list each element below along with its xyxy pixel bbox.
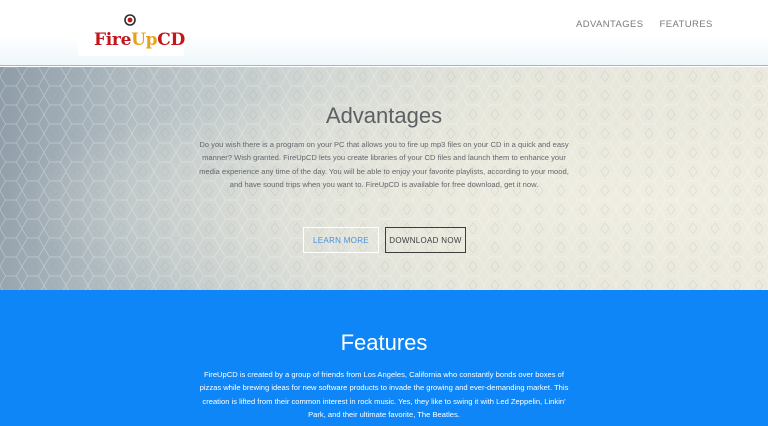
main-nav: ADVANTAGES FEATURES <box>576 19 713 30</box>
features-description: FireUpCD is created by a group of friend… <box>199 370 569 420</box>
logo-word-fire: Fire <box>94 30 132 50</box>
advantages-heading: Advantages <box>325 103 443 128</box>
advantages-description: Do you wish there is a program on your P… <box>199 140 569 190</box>
nav-link-features[interactable]: FEATURES <box>660 19 713 30</box>
download-now-button[interactable]: DOWNLOAD NOW <box>385 227 466 253</box>
advantages-section: Advantages Do you wish there is a progra… <box>0 67 768 290</box>
features-section: Features FireUpCD is created by a group … <box>0 290 768 426</box>
nav-link-advantages[interactable]: ADVANTAGES <box>576 19 644 30</box>
fireupcd-logo[interactable]: FireUpCD <box>78 14 185 56</box>
features-heading: Features <box>340 330 428 355</box>
learn-more-button[interactable]: LEARN MORE <box>303 227 379 253</box>
logo-word-cd: CD <box>157 30 185 50</box>
site-header: FireUpCD ADVANTAGES FEATURES <box>0 0 768 66</box>
disc-icon <box>124 14 136 26</box>
logo-wordmark: FireUpCD <box>94 30 185 50</box>
logo-word-up: Up <box>131 30 158 50</box>
